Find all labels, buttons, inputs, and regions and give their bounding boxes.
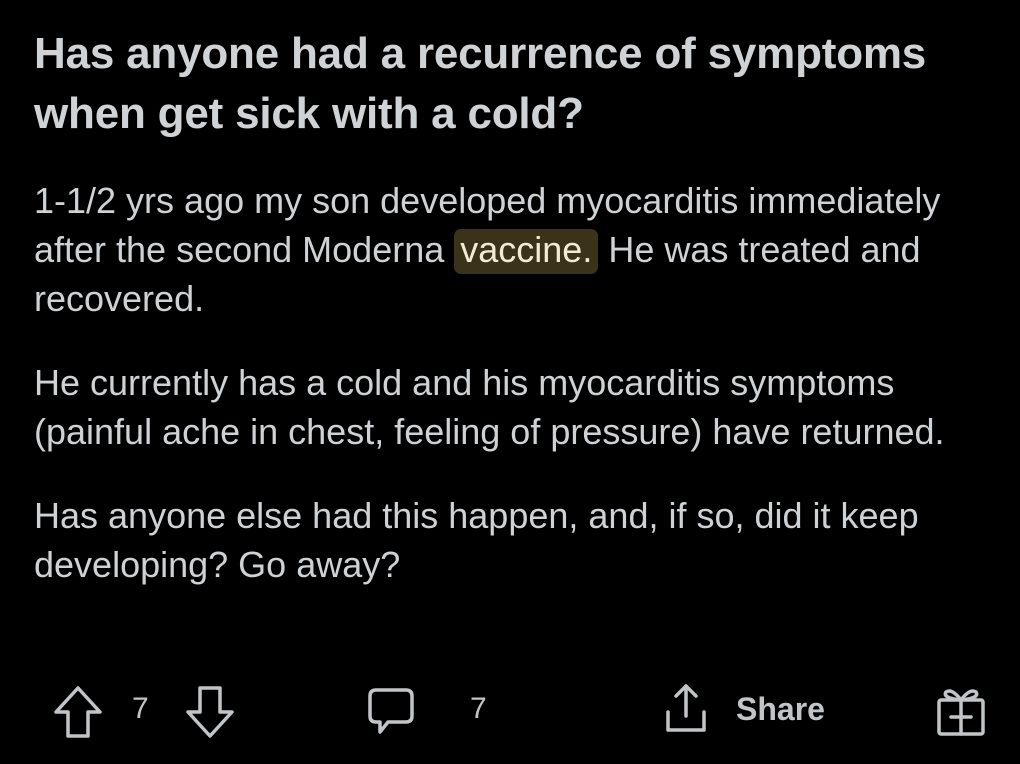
post-paragraph: He currently has a cold and his myocardi… — [34, 362, 945, 452]
vote-count: 7 — [132, 692, 149, 725]
upvote-icon[interactable] — [52, 684, 104, 740]
award-icon[interactable] — [934, 682, 988, 738]
post-title[interactable]: Has anyone had a recurrence of symptoms … — [34, 24, 974, 144]
downvote-icon[interactable] — [184, 684, 236, 740]
post-body: 1-1/2 yrs ago my son developed myocardit… — [34, 176, 994, 624]
share-button[interactable]: Share — [660, 682, 825, 736]
post-paragraph: 1-1/2 yrs ago my son developed myocardit… — [34, 176, 994, 323]
post-action-bar: 7 7 Share — [0, 678, 1020, 742]
highlighted-word[interactable]: vaccine. — [454, 229, 599, 274]
comment-count: 7 — [470, 692, 487, 725]
comment-icon[interactable] — [364, 686, 418, 738]
share-icon — [660, 682, 712, 736]
post-paragraph: Has anyone else had this happen, and, if… — [34, 495, 919, 585]
share-label: Share — [736, 690, 825, 727]
